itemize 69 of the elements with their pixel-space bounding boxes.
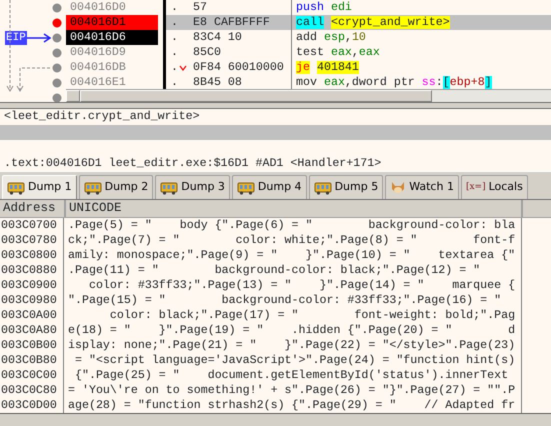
dump-tab[interactable]: Dump 3 <box>155 175 230 199</box>
instruction-text: je 401841 <box>295 60 359 75</box>
address-cell-text: 003C0D00 <box>0 398 58 413</box>
dump-tab[interactable]: Dump 4 <box>232 175 307 199</box>
eip-label: EIP <box>5 30 27 44</box>
address-cell[interactable]: 004016D0 <box>66 0 158 15</box>
unicode-cell-text: e(18) = " }".Page(19) = " .hidden {".Page(20) = " d <box>68 323 516 338</box>
instruction-text: push edi <box>295 0 352 15</box>
unicode-cell-text: = 'You\'re on to something!' + s".Page(26) = "}".Page(27) = "".P <box>68 383 516 398</box>
row-dot-text: . <box>171 45 178 60</box>
unicode-cell-text: color: black;".Page(17) = " font-weight: bold;".Pag <box>108 308 516 323</box>
unicode-cell-text: amily: monospace;".Page(9) = " }".Page(10) = " textarea {" <box>68 248 516 263</box>
unicode-cell-text: isplay: none;".Page(21) = " }".Page(22) = "</style>".Page(23) <box>68 338 516 353</box>
dump-tab[interactable]: Watch 1 <box>385 175 459 199</box>
dump-tab[interactable]: Dump 5 <box>308 175 384 199</box>
info-text: .text:004016D1 leet_editr.exe:$16D1 #AD1 <Handler+171> <box>4 156 382 170</box>
address-cell-text: 003C0780 <box>0 233 58 248</box>
bytes-text: E8 CAFBFFFF <box>193 15 270 30</box>
dump-tab[interactable]: Dump 2 <box>78 175 154 199</box>
info-text: <leet_editr.crypt_and_write> <box>4 110 200 123</box>
address-cell-text: 003C0C80 <box>0 383 58 398</box>
bytes-text: 8B45 08 <box>193 75 242 90</box>
address-cell-text: 003C0880 <box>0 263 58 278</box>
row-dot-text: . <box>171 75 178 90</box>
unicode-cell-text: ".Page(15) = " background-color: #33ff33;".Page(16) = " <box>68 293 502 308</box>
address-cell-text: 003C0900 <box>0 278 58 293</box>
address-cell[interactable]: 004016D1 <box>66 15 158 30</box>
address-cell[interactable]: 004016D6 <box>66 30 158 45</box>
dump-tab[interactable]: Dump 1 <box>2 175 77 199</box>
unicode-cell-text: age(28) = "function strhash2(s) {".Page(29) = " // Adapted fr <box>68 398 516 413</box>
bus-icon <box>160 180 178 194</box>
address-cell-text: 003C0700 <box>0 218 58 233</box>
bytes-text: 83C4 10 <box>193 30 242 45</box>
bus-icon <box>236 180 255 194</box>
address-cell-text: 003C0C00 <box>0 368 58 383</box>
instruction-text: call <crypt_and_write> <box>295 15 450 30</box>
row-dot-text: . <box>171 0 178 15</box>
animal-icon <box>390 180 406 194</box>
unicode-cell-text: color: #33ff33;".Page(13) = " }".Page(14) = " marquee { <box>88 278 516 293</box>
bytes-text: 85C0 <box>193 45 221 60</box>
address-cell-text: 003C0B80 <box>0 353 58 368</box>
bus-icon <box>314 180 332 194</box>
bus-icon <box>7 180 25 194</box>
bytes-text: 0F84 60010000 <box>193 60 284 75</box>
instruction-text: add esp,10 <box>295 30 366 45</box>
address-cell-text: 003C0800 <box>0 248 58 263</box>
unicode-cell-text: = "<script language='JavaScript'>".Page(24) = "function hint(s) <box>74 353 516 368</box>
dump-tab[interactable]: [x=] Locals <box>460 175 528 199</box>
unicode-cell-text: .Page(5) = " body {".Page(6) = " background-color: bla <box>68 218 516 233</box>
address-cell-text: 003C0980 <box>0 293 58 308</box>
variable-icon: [x=] <box>466 180 486 194</box>
address-cell[interactable]: 004016DB <box>66 60 158 75</box>
instruction-text: test eax,eax <box>295 45 380 60</box>
row-dot-text: . <box>171 15 178 30</box>
unicode-cell-text: .Page(11) = " background-color: black;".Page(12) = " <box>68 263 482 278</box>
row-dot-text: . <box>171 60 178 75</box>
address-cell[interactable]: 004016E1 <box>66 75 158 90</box>
bytes-text: 57 <box>193 0 207 15</box>
arrow-icon <box>26 32 52 42</box>
horizontal-scrollbar[interactable] <box>66 89 551 102</box>
instruction-text: mov eax,dword ptr ss:[ebp+8] <box>295 75 492 90</box>
address-cell-text: 003C0B00 <box>0 338 58 353</box>
address-cell-text: 003C0A80 <box>0 323 58 338</box>
row-dot-text: . <box>171 30 178 45</box>
bus-icon <box>84 180 102 194</box>
unicode-cell-text: {".Page(25) = " document.getElementById('status').innerText <box>74 368 510 383</box>
address-cell-text: 003C0A00 <box>0 308 58 323</box>
unicode-cell-text: ck;".Page(7) = " color: white;".Page(8) = " font-f <box>68 233 516 248</box>
address-cell[interactable]: 004016D9 <box>66 45 158 60</box>
